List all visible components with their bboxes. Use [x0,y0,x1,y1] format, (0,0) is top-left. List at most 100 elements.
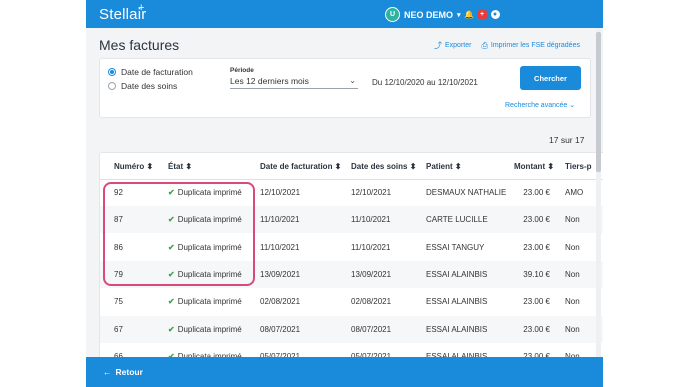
cell-date-fact: 11/10/2021 [260,215,300,225]
logo-plus-icon: + [138,2,145,14]
printer-icon: ⎙ [481,40,488,50]
radio-selected-icon[interactable] [108,68,116,76]
table-header: Numéro ⬍ État ⬍ Date de facturation ⬍ Da… [100,153,603,180]
top-bar: Stellair + U NEO DEMO ▾ 🔔 + ● [86,0,603,28]
cell-etat: ✔Duplicata imprimé [168,297,242,306]
radio-date-facturation[interactable]: Date de facturation [108,67,193,77]
user-menu[interactable]: U NEO DEMO ▾ 🔔 + ● [385,7,500,22]
check-icon: ✔ [168,188,175,197]
table-row[interactable]: 92 ✔ Duplicata imprimé 12/10/2021 12/10/2021… [100,179,603,206]
chevron-down-icon[interactable]: ▾ [457,11,461,19]
cell-date-soins: 02/08/2021 [351,297,392,307]
back-label: Retour [115,367,143,377]
status-text: Duplicata imprimé [177,215,242,225]
cell-numero: 79 [114,269,123,279]
bell-icon[interactable]: 🔔 [464,10,474,19]
avatar[interactable]: U [385,7,400,22]
cell-numero: 75 [114,297,123,307]
check-icon: ✔ [168,242,175,252]
cell-date-fact: 08/07/2021 [260,324,301,334]
table-row[interactable]: 67 ✔ Duplicata imprimé 08/07/2021 08/07/2021… [100,315,603,343]
cell-date-fact: 11/10/2021 [260,242,300,252]
status-text: Duplicata imprimé [177,269,242,279]
radio-date-facturation-label: Date de facturation [121,67,193,77]
col-tiers[interactable]: Tiers-p [565,162,592,171]
print-degraded-button[interactable]: ⎙ Imprimer les FSE dégradées [481,40,580,51]
result-count: 17 sur 17 [549,135,585,145]
radio-unselected-icon[interactable] [108,82,116,90]
cell-date-soins: 11/10/2021 [351,242,391,252]
cell-montant: 23.00 € [523,297,550,307]
check-icon: ✔ [168,215,175,225]
cell-tiers: Non [565,324,580,334]
scrollbar-thumb[interactable] [596,32,601,172]
check-icon: ✔ [168,324,175,334]
cell-tiers: Non [565,215,580,225]
invoice-table: Numéro ⬍ État ⬍ Date de facturation ⬍ Da… [99,152,603,387]
cell-patient: ESSAI ALAINBIS [426,297,488,307]
table-row[interactable]: 87 ✔ Duplicata imprimé 11/10/2021 11/10/2021… [100,206,603,234]
status-text: Duplicata imprimé [177,324,242,334]
periode-select[interactable]: Les 12 derniers mois ⌄ [230,76,358,89]
table-row[interactable]: 86 ✔ Duplicata imprimé 11/10/2021 11/10/2021… [100,234,603,261]
cell-numero: 86 [114,242,123,252]
cell-montant: 39.10 € [523,269,550,279]
cell-date-soins: 11/10/2021 [351,215,391,225]
export-icon: ⤴ [434,41,442,50]
status-text: Duplicata imprimé [177,242,242,252]
col-date-soins[interactable]: Date des soins ⬍ [351,162,416,171]
back-button[interactable]: ← Retour [103,367,143,377]
check-icon: ✔ [168,297,175,307]
cell-date-fact: 02/08/2021 [260,297,301,307]
cell-tiers: Non [565,297,580,307]
cell-montant: 23.00 € [523,215,550,225]
user-icon[interactable]: ● [490,10,500,19]
export-button[interactable]: ⤴ Exporter [434,40,471,51]
col-etat[interactable]: État ⬍ [168,162,192,171]
cell-numero: 67 [114,324,123,334]
cell-montant: 23.00 € [523,324,550,334]
col-numero[interactable]: Numéro ⬍ [114,162,153,171]
col-date-facturation[interactable]: Date de facturation ⬍ [260,162,341,171]
cell-etat: ✔Duplicata imprimé [168,243,242,252]
cell-tiers: AMO [565,188,584,197]
cell-date-fact: 12/10/2021 [260,188,301,197]
user-name[interactable]: NEO DEMO [404,10,453,20]
cell-numero: 87 [114,215,123,225]
cell-date-fact: 13/09/2021 [260,269,301,279]
cell-date-soins: 13/09/2021 [351,269,392,279]
date-range: Du 12/10/2020 au 12/10/2021 [372,78,478,87]
cell-patient: DESMAUX NATHALIE [426,188,507,197]
cell-numero: 92 [114,188,123,197]
search-button[interactable]: Chercher [520,66,581,90]
table-row[interactable]: 79 ✔ Duplicata imprimé 13/09/2021 13/09/2021… [100,260,603,288]
cell-patient: ESSAI TANGUY [426,242,485,252]
cell-date-soins: 12/10/2021 [351,188,392,197]
radio-date-soins[interactable]: Date des soins [108,81,177,91]
periode-value: Les 12 derniers mois [230,76,309,86]
cell-montant: 23.00 € [523,242,550,252]
bottom-bar: ← Retour [86,357,603,387]
col-montant[interactable]: Montant ⬍ [514,162,554,171]
table-row[interactable]: 75 ✔ Duplicata imprimé 02/08/2021 02/08/2021… [100,288,603,315]
check-icon: ✔ [168,269,175,279]
col-patient[interactable]: Patient ⬍ [426,162,462,171]
cross-flag-icon[interactable]: + [477,10,487,19]
cell-patient: ESSAI ALAINBIS [426,269,488,279]
page-title: Mes factures [99,37,180,53]
page-actions: ⤴ Exporter ⎙ Imprimer les FSE dégradées [434,40,580,51]
radio-date-soins-label: Date des soins [121,81,178,91]
periode-label: Période [230,67,254,74]
cell-etat: ✔Duplicata imprimé [168,188,242,197]
advanced-search-link[interactable]: Recherche avancée ⌄ [505,101,575,109]
cell-montant: 23.00 € [523,188,550,197]
status-text: Duplicata imprimé [177,297,242,307]
status-text: Duplicata imprimé [177,188,242,197]
cell-etat: ✔Duplicata imprimé [168,325,242,334]
cell-tiers: Non [565,269,580,279]
cell-date-soins: 08/07/2021 [351,324,392,334]
app-window: Stellair + U NEO DEMO ▾ 🔔 + ● Mes factur… [86,0,603,387]
print-degraded-label: Imprimer les FSE dégradées [490,42,580,49]
chevron-down-icon: ⌄ [349,76,356,85]
export-label: Exporter [445,42,472,49]
